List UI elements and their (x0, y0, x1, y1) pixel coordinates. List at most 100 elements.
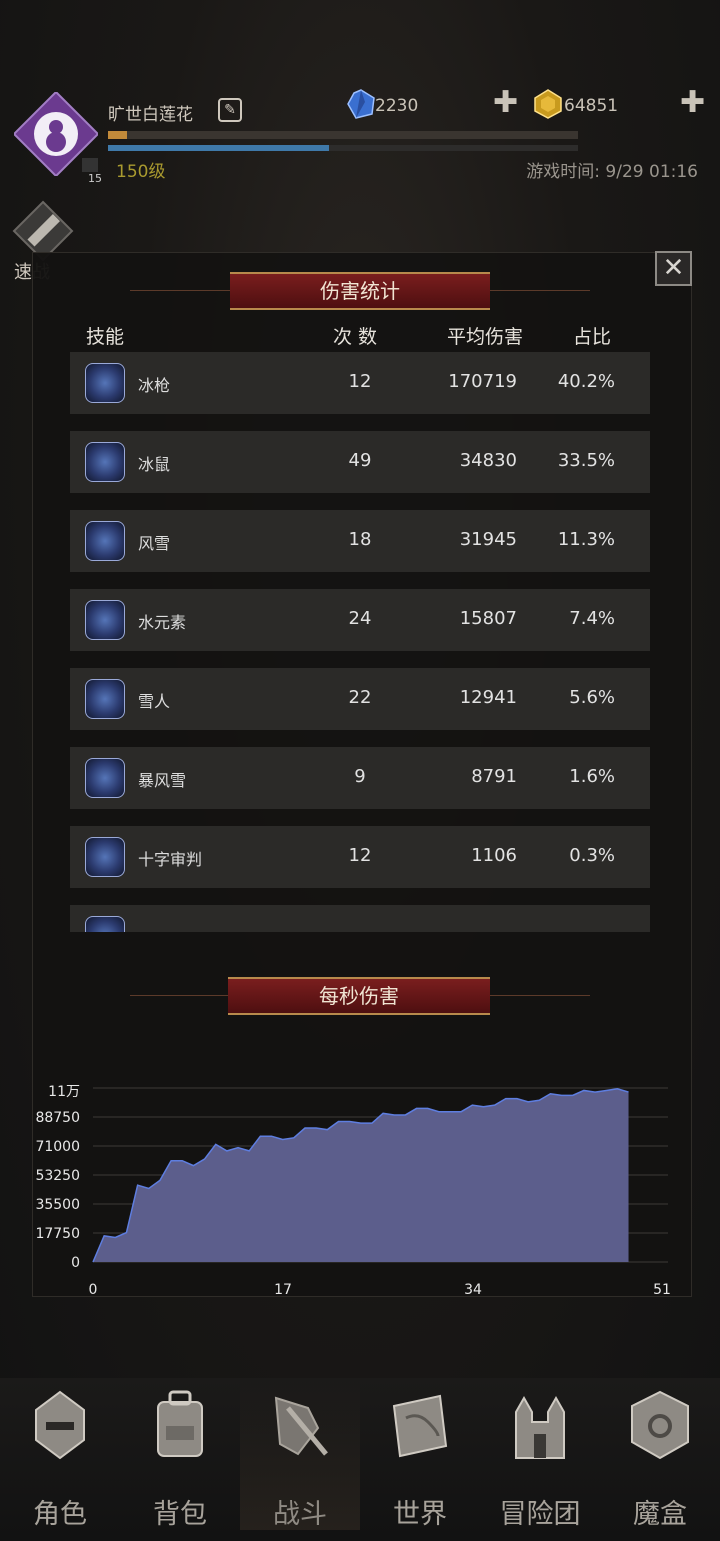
close-button[interactable]: ✕ (655, 251, 692, 286)
column-header-avg-damage: 平均伤害 (447, 326, 524, 348)
column-header-ratio: 占比 (573, 326, 612, 348)
helmet-icon (35, 1390, 85, 1460)
x-tick-label: 0 (88, 1282, 98, 1298)
table-row[interactable]: 雪人 22 12941 5.6% (70, 668, 650, 730)
table-row[interactable]: 冰鼠 49 34830 33.5% (70, 431, 650, 493)
divider (490, 290, 590, 291)
player-level: 150级 (116, 162, 166, 182)
avatar[interactable] (14, 92, 98, 176)
skill-icon (85, 916, 125, 932)
skill-count: 24 (348, 608, 372, 629)
gem-value: 2230 (375, 96, 419, 116)
skill-name: 十字审判 (138, 850, 203, 869)
sword-icon (85, 521, 125, 561)
xp-bar-fill (108, 131, 127, 139)
avatar-level-badge: 15 (88, 172, 102, 185)
skill-count: 49 (348, 450, 372, 471)
player-name: 旷世白莲花 (108, 105, 193, 125)
skill-avg-damage: 170719 (448, 371, 517, 392)
edit-name-icon[interactable]: ✎ (218, 98, 242, 122)
y-tick-label: 17750 (35, 1226, 80, 1242)
y-tick-label: 35500 (35, 1197, 80, 1213)
skill-count: 12 (348, 371, 372, 392)
gold-currency: 64851 ✚ (532, 86, 712, 122)
skill-avg-damage: 34830 (459, 450, 517, 471)
nav-label: 战斗 (273, 1499, 327, 1530)
skill-avg-damage: 12941 (459, 687, 517, 708)
y-tick-label: 0 (71, 1255, 80, 1271)
ice-rat-icon (85, 442, 125, 482)
table-row[interactable]: 水元素 24 15807 7.4% (70, 589, 650, 651)
skill-list[interactable]: 冰枪 12 170719 40.2% 冰鼠 49 34830 33.5% 风雪 … (70, 352, 650, 932)
x-tick-label: 17 (274, 1282, 292, 1298)
skill-ratio: 40.2% (557, 371, 615, 392)
crossed-swords-icon (274, 1396, 328, 1456)
skill-name: 冰鼠 (138, 455, 171, 474)
castle-icon (515, 1395, 565, 1459)
table-row[interactable]: 冰枪 12 170719 40.2% (70, 352, 650, 414)
table-row[interactable]: 暴风雪 9 8791 1.6% (70, 747, 650, 809)
column-header-skill: 技能 (86, 326, 125, 348)
skill-ratio: 5.6% (569, 687, 615, 708)
nav-tab-backpack[interactable]: 背包 (120, 1380, 240, 1530)
magic-cube-icon (631, 1390, 689, 1460)
banner-icon (85, 837, 125, 877)
x-tick-label: 34 (464, 1282, 482, 1298)
snowflake-icon (85, 679, 125, 719)
skill-name: 暴风雪 (138, 771, 187, 790)
skill-count: 9 (354, 766, 366, 787)
divider (130, 290, 230, 291)
table-row-partial[interactable] (70, 905, 650, 932)
blue-gem-icon (347, 89, 375, 119)
nav-tab-character[interactable]: 角色 (0, 1380, 120, 1530)
skill-ratio: 7.4% (569, 608, 615, 629)
skill-avg-damage: 1106 (471, 845, 517, 866)
divider (130, 995, 230, 996)
xp-bar (108, 131, 578, 139)
game-time: 游戏时间: 9/29 01:16 (526, 162, 698, 182)
progress-bar (108, 145, 578, 151)
skill-name: 雪人 (138, 692, 171, 711)
table-row[interactable]: 风雪 18 31945 11.3% (70, 510, 650, 572)
skill-count: 18 (348, 529, 372, 550)
map-scroll-icon (392, 1394, 448, 1458)
gold-gem-icon (534, 89, 562, 119)
skill-name: 风雪 (138, 534, 171, 553)
y-tick-label: 53250 (35, 1168, 80, 1184)
gold-value: 64851 (564, 96, 619, 116)
close-icon: ✕ (662, 253, 685, 283)
x-tick-label: 51 (653, 1282, 671, 1298)
skill-name: 水元素 (138, 613, 187, 632)
ice-spear-icon (85, 363, 125, 403)
skill-count: 12 (348, 845, 372, 866)
skill-ratio: 0.3% (569, 845, 615, 866)
add-gem-button[interactable]: ✚ (493, 86, 518, 120)
skill-ratio: 11.3% (557, 529, 615, 550)
skill-avg-damage: 8791 (471, 766, 517, 787)
y-tick-label: 71000 (35, 1139, 80, 1155)
y-tick-label: 88750 (35, 1110, 80, 1126)
skill-ratio: 1.6% (569, 766, 615, 787)
table-row[interactable]: 十字审判 12 1106 0.3% (70, 826, 650, 888)
nav-tab-magic-box[interactable]: 魔盒 (600, 1380, 720, 1530)
skill-name: 冰枪 (138, 376, 171, 395)
nav-tab-world[interactable]: 世界 (360, 1380, 480, 1530)
water-elemental-icon (85, 600, 125, 640)
column-header-count: 次 数 (333, 326, 378, 348)
nav-label: 世界 (393, 1499, 447, 1530)
gem-currency: 2230 ✚ (345, 86, 520, 122)
skill-avg-damage: 15807 (459, 608, 517, 629)
damage-stats-title: 伤害统计 (230, 272, 490, 310)
nav-label: 冒险团 (499, 1499, 581, 1530)
skill-ratio: 33.5% (557, 450, 615, 471)
y-tick-label: 11万 (48, 1084, 80, 1100)
skill-count: 22 (348, 687, 372, 708)
nav-label: 背包 (153, 1499, 207, 1530)
add-gold-button[interactable]: ✚ (680, 86, 705, 120)
dps-title: 每秒伤害 (228, 977, 490, 1015)
nav-label: 魔盒 (633, 1499, 687, 1530)
blizzard-icon (85, 758, 125, 798)
nav-tab-battle[interactable]: 战斗 (240, 1380, 360, 1530)
nav-tab-adventure-team[interactable]: 冒险团 (480, 1380, 600, 1530)
backpack-icon (157, 1390, 203, 1457)
